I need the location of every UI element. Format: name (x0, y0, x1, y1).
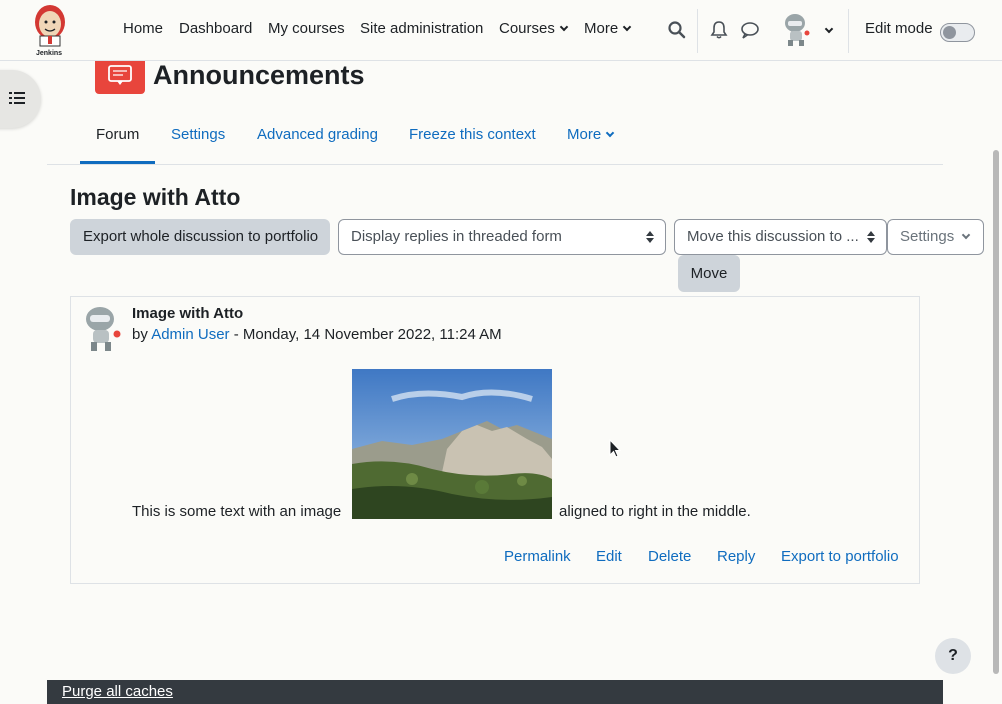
tab-freeze-context[interactable]: Freeze this context (409, 126, 536, 143)
move-discussion-select[interactable]: Move this discussion to ... (674, 219, 887, 255)
search-icon[interactable] (667, 20, 687, 40)
post-byline: by Admin User - Monday, 14 November 2022… (132, 326, 502, 343)
chevron-down-icon[interactable] (824, 24, 834, 34)
nav-courses-dropdown[interactable]: Courses (499, 20, 569, 37)
navbar-divider (697, 9, 698, 53)
nav-courses-label: Courses (499, 20, 555, 37)
tab-more[interactable]: More (567, 126, 615, 143)
discussion-settings-button[interactable]: Settings (887, 219, 984, 255)
permalink-link[interactable]: Permalink (504, 548, 571, 565)
move-button[interactable]: Move (678, 255, 740, 292)
logo-text: Jenkins (36, 50, 63, 57)
chat-bubble-icon[interactable] (740, 20, 760, 40)
edit-mode-label: Edit mode (865, 20, 933, 37)
top-navbar: Jenkins Home Dashboard My courses Site a… (0, 0, 1002, 61)
tab-settings[interactable]: Settings (171, 126, 225, 143)
toggle-knob (943, 26, 956, 39)
tabs-divider (47, 164, 943, 165)
author-avatar[interactable] (80, 305, 124, 353)
list-icon (9, 92, 25, 104)
chevron-down-icon (605, 128, 615, 138)
post-subject: Image with Atto (132, 305, 244, 322)
display-mode-select[interactable]: Display replies in threaded form (338, 219, 666, 255)
discussion-title: Image with Atto (70, 184, 241, 210)
user-avatar[interactable] (780, 13, 812, 47)
tab-forum[interactable]: Forum (96, 126, 139, 143)
course-index-drawer-button[interactable] (0, 70, 41, 128)
export-portfolio-link[interactable]: Export to portfolio (781, 548, 899, 565)
reply-link[interactable]: Reply (717, 548, 755, 565)
purge-caches-link[interactable]: Purge all caches (62, 683, 173, 700)
settings-label: Settings (900, 228, 955, 245)
nav-more-dropdown[interactable]: More (584, 20, 632, 37)
select-arrows-icon (867, 231, 875, 243)
by-label: by (132, 326, 152, 343)
help-button[interactable]: ? (935, 638, 971, 674)
page-scrollbar[interactable] (993, 150, 999, 674)
nav-my-courses[interactable]: My courses (268, 20, 345, 37)
nav-dashboard[interactable]: Dashboard (179, 20, 252, 37)
export-discussion-button[interactable]: Export whole discussion to portfolio (70, 219, 330, 255)
author-link[interactable]: Admin User (151, 326, 229, 343)
nav-home[interactable]: Home (123, 20, 163, 37)
chevron-down-icon (961, 230, 971, 240)
nav-site-administration[interactable]: Site administration (360, 20, 483, 37)
mouse-cursor-icon (609, 439, 621, 458)
chevron-down-icon (559, 22, 569, 32)
tab-more-label: More (567, 126, 602, 143)
nav-more-label: More (584, 20, 619, 37)
chevron-down-icon (622, 22, 632, 32)
delete-link[interactable]: Delete (648, 548, 691, 565)
footer: Purge all caches (47, 680, 943, 704)
display-mode-value: Display replies in threaded form (351, 228, 562, 245)
select-arrows-icon (646, 231, 654, 243)
post-date: - Monday, 14 November 2022, 11:24 AM (229, 326, 502, 343)
navbar-divider (848, 9, 849, 53)
post-text-after: aligned to right in the middle. (559, 503, 751, 520)
page-title: Announcements (153, 60, 365, 90)
edit-mode-toggle[interactable] (940, 23, 975, 42)
tab-advanced-grading[interactable]: Advanced grading (257, 126, 378, 143)
forum-post: Image with Atto by Admin User - Monday, … (70, 296, 920, 584)
move-discussion-value: Move this discussion to ... (687, 228, 859, 245)
mountain-photo[interactable] (352, 369, 552, 519)
bell-icon[interactable] (709, 20, 729, 40)
post-text-before: This is some text with an image (132, 503, 342, 520)
edit-link[interactable]: Edit (596, 548, 622, 565)
